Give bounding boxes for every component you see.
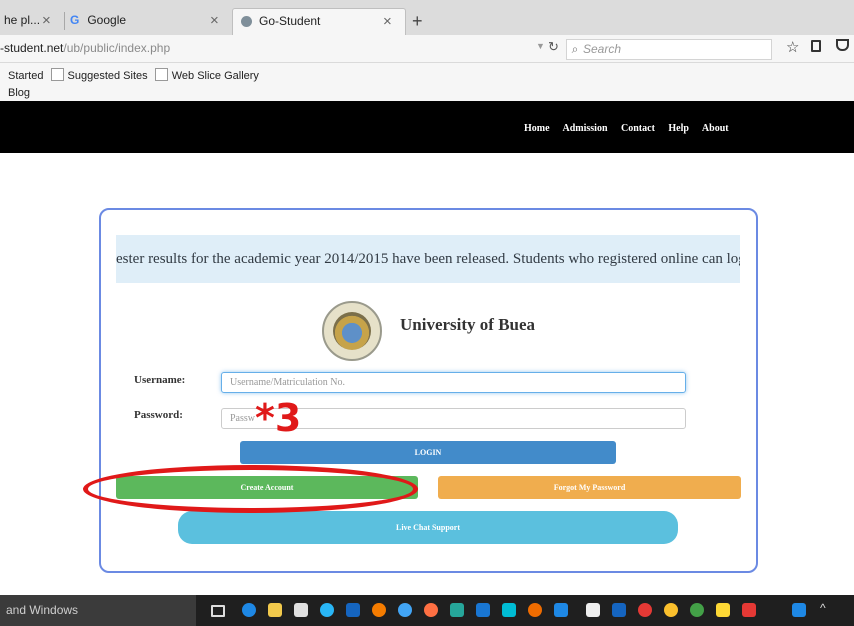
browser-tab-strip: he pl... × G Google × Go-Student × + — [0, 0, 854, 35]
search-icon: ⌕ — [571, 42, 579, 56]
browser-nav-bar: -student.net/ub/public/index.php ▼ ↻ ⌕ Se… — [0, 35, 854, 63]
nav-about[interactable]: About — [702, 123, 729, 134]
app-icon[interactable] — [716, 603, 730, 617]
skype-icon[interactable] — [792, 603, 806, 617]
browser-search-input[interactable]: ⌕ Search — [566, 39, 772, 60]
bookmark-blog[interactable]: Blog — [8, 87, 30, 99]
tab-previous[interactable]: he pl... × — [0, 8, 62, 35]
app-icon[interactable] — [554, 603, 568, 617]
university-logo — [322, 301, 382, 361]
password-placeholder: Passw — [230, 413, 256, 424]
reload-icon[interactable]: ↻ — [548, 39, 559, 55]
site-favicon-icon — [241, 16, 252, 27]
login-button[interactable]: LOGIN — [240, 441, 616, 464]
username-input[interactable]: Username/Matriculation No. — [221, 372, 686, 393]
photoshop-icon[interactable] — [502, 603, 516, 617]
annotation-label: *3 — [255, 396, 302, 440]
document-icon[interactable] — [586, 603, 600, 617]
url-bar[interactable]: -student.net/ub/public/index.php — [0, 41, 170, 55]
site-nav: Home Admission Contact Help About — [524, 123, 740, 134]
app-icon[interactable] — [690, 603, 704, 617]
bookmark-star-icon[interactable]: ☆ — [786, 38, 799, 56]
close-icon[interactable]: × — [383, 9, 392, 34]
app-icon[interactable] — [372, 603, 386, 617]
tab-label: he pl... — [4, 13, 41, 27]
username-placeholder: Username/Matriculation No. — [230, 377, 345, 388]
tab-divider — [64, 12, 65, 30]
tab-label: Go-Student — [259, 14, 321, 28]
bookmark-suggested-sites[interactable]: Suggested Sites — [68, 70, 148, 82]
bookmark-started[interactable]: Started — [8, 70, 43, 82]
url-host: -student.net — [0, 41, 64, 55]
app-icon[interactable] — [398, 603, 412, 617]
file-explorer-icon[interactable] — [268, 603, 282, 617]
dropdown-icon[interactable]: ▼ — [536, 41, 545, 51]
bookmark-web-slice-gallery[interactable]: Web Slice Gallery — [172, 70, 259, 82]
bookmark-folder-icon — [50, 68, 64, 81]
highlight-ellipse — [83, 465, 418, 513]
site-header: Home Admission Contact Help About — [0, 101, 854, 153]
pocket-icon[interactable] — [836, 39, 849, 51]
nav-contact[interactable]: Contact — [621, 123, 655, 134]
task-view-icon[interactable] — [211, 605, 225, 617]
announcement-banner: ester results for the academic year 2014… — [116, 235, 740, 283]
nav-home[interactable]: Home — [524, 123, 550, 134]
taskbar-search[interactable]: and Windows — [0, 595, 196, 626]
web-page: Home Admission Contact Help About ester … — [0, 101, 854, 595]
firefox-icon[interactable] — [424, 603, 438, 617]
app-icon[interactable] — [742, 603, 756, 617]
close-icon[interactable]: × — [42, 8, 51, 33]
app-icon[interactable] — [450, 603, 464, 617]
password-label: Password: — [134, 409, 183, 421]
logo-emblem-icon — [333, 312, 371, 350]
tab-label: Google — [87, 13, 127, 27]
tab-go-student[interactable]: Go-Student × — [232, 8, 406, 35]
forgot-password-button[interactable]: Forgot My Password — [438, 476, 741, 499]
edge-icon[interactable] — [242, 603, 256, 617]
nav-admission[interactable]: Admission — [563, 123, 608, 134]
windows-taskbar: and Windows ^ — [0, 595, 854, 626]
login-card: ester results for the academic year 2014… — [99, 208, 758, 573]
new-tab-button[interactable]: + — [412, 11, 423, 31]
app-icon[interactable] — [664, 603, 678, 617]
clipboard-icon[interactable] — [811, 40, 821, 52]
close-icon[interactable]: × — [210, 8, 219, 33]
store-icon[interactable] — [294, 603, 308, 617]
tab-google[interactable]: G Google × — [66, 8, 230, 35]
bookmarks-bar: Started Suggested Sites Web Slice Galler… — [0, 63, 854, 101]
bookmark-folder-icon — [154, 68, 168, 81]
app-icon[interactable] — [346, 603, 360, 617]
url-path: /ub/public/index.php — [63, 41, 171, 55]
live-chat-button[interactable]: Live Chat Support — [178, 511, 678, 544]
app-icon[interactable] — [320, 603, 334, 617]
announcement-text: ester results for the academic year 2014… — [116, 251, 740, 267]
app-icon[interactable] — [476, 603, 490, 617]
app-icon[interactable] — [612, 603, 626, 617]
username-label: Username: — [134, 374, 186, 386]
app-icon[interactable] — [528, 603, 542, 617]
chevron-up-icon[interactable]: ^ — [820, 601, 826, 615]
search-placeholder: Search — [583, 42, 622, 56]
taskbar-search-text: and Windows — [6, 603, 79, 617]
opera-icon[interactable] — [638, 603, 652, 617]
nav-help[interactable]: Help — [668, 123, 689, 134]
university-name: University of Buea — [400, 315, 536, 334]
google-icon: G — [70, 13, 80, 27]
